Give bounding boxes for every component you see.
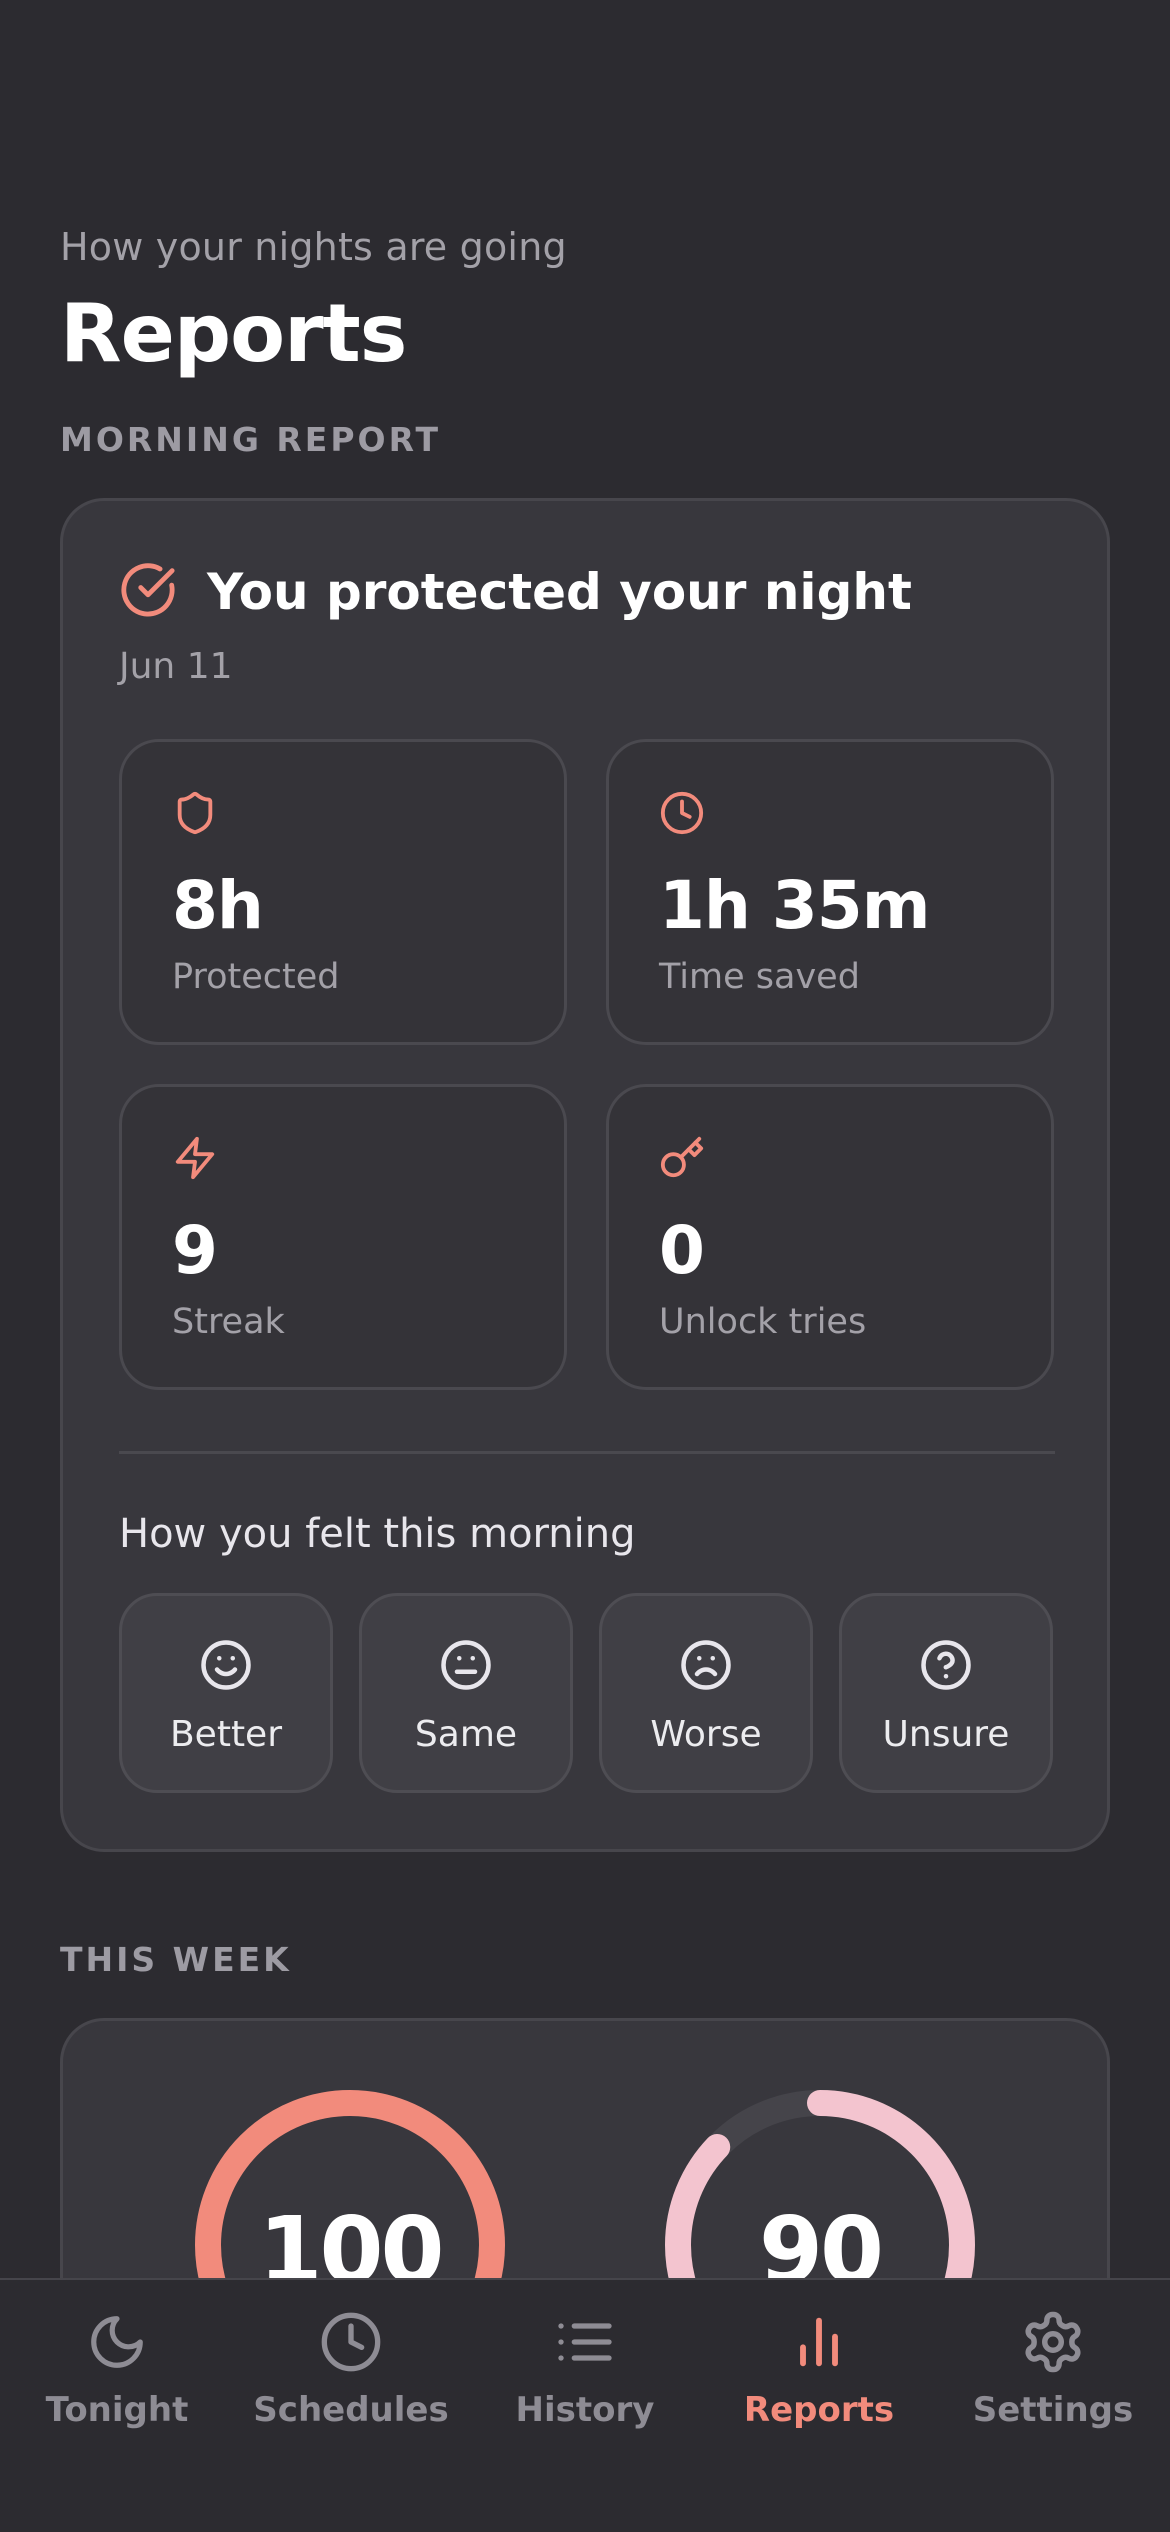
- mood-question: How you felt this morning: [119, 1511, 636, 1557]
- list-icon: [553, 2306, 617, 2378]
- mood-label: Unsure: [882, 1714, 1010, 1755]
- section-label-morning-report: MORNING REPORT: [60, 420, 442, 459]
- bar-chart-icon: [787, 2306, 851, 2378]
- smile-icon: [199, 1638, 253, 1696]
- neutral-face-icon: [439, 1638, 493, 1696]
- frown-icon: [679, 1638, 733, 1696]
- reports-screen: How your nights are going Reports MORNIN…: [0, 0, 1170, 2532]
- question-icon: [919, 1638, 973, 1696]
- stat-card-unlock-tries: 0 Unlock tries: [606, 1084, 1054, 1390]
- gear-icon: [1020, 2306, 1086, 2378]
- stat-value: 9: [172, 1212, 218, 1289]
- check-circle-icon: [119, 561, 177, 623]
- stat-value: 8h: [172, 867, 264, 944]
- stat-label: Protected: [172, 957, 340, 997]
- stat-label: Time saved: [659, 957, 860, 997]
- mood-label: Worse: [650, 1714, 762, 1755]
- tab-settings[interactable]: Settings: [936, 2306, 1170, 2430]
- tab-reports[interactable]: Reports: [702, 2306, 936, 2430]
- tab-label: Settings: [972, 2390, 1134, 2430]
- shield-icon: [172, 790, 218, 840]
- clock-icon: [319, 2306, 383, 2378]
- divider: [119, 1451, 1055, 1454]
- mood-button-better[interactable]: Better: [119, 1593, 333, 1793]
- report-title: You protected your night: [207, 563, 912, 621]
- mood-label: Same: [414, 1714, 518, 1755]
- mood-button-same[interactable]: Same: [359, 1593, 573, 1793]
- report-date: Jun 11: [119, 646, 233, 687]
- stat-value: 0: [659, 1212, 705, 1289]
- stat-label: Streak: [172, 1302, 285, 1342]
- tab-label: History: [515, 2390, 655, 2430]
- tab-schedules[interactable]: Schedules: [234, 2306, 468, 2430]
- moon-icon: [86, 2306, 148, 2378]
- stat-value: 1h 35m: [659, 867, 931, 944]
- stat-card-protected: 8h Protected: [119, 739, 567, 1045]
- bottom-tab-bar: Tonight Schedules History Reports Settin…: [0, 2278, 1170, 2532]
- mood-label: Better: [169, 1714, 283, 1755]
- key-icon: [659, 1135, 705, 1185]
- page-title: Reports: [60, 287, 407, 380]
- section-label-this-week: THIS WEEK: [60, 1940, 292, 1979]
- mood-button-unsure[interactable]: Unsure: [839, 1593, 1053, 1793]
- page-subtitle: How your nights are going: [60, 225, 567, 269]
- page-header: How your nights are going Reports: [60, 225, 567, 380]
- mood-button-worse[interactable]: Worse: [599, 1593, 813, 1793]
- lightning-icon: [172, 1135, 218, 1185]
- report-header: You protected your night: [119, 561, 912, 623]
- tab-label: Reports: [743, 2390, 895, 2430]
- morning-report-card: You protected your night Jun 11 8h Prote…: [60, 498, 1110, 1852]
- stat-card-streak: 9 Streak: [119, 1084, 567, 1390]
- stat-label: Unlock tries: [659, 1302, 867, 1342]
- tab-label: Schedules: [253, 2390, 449, 2430]
- tab-label: Tonight: [45, 2390, 189, 2430]
- clock-icon: [659, 790, 705, 840]
- stat-card-time-saved: 1h 35m Time saved: [606, 739, 1054, 1045]
- tab-history[interactable]: History: [468, 2306, 702, 2430]
- tab-tonight[interactable]: Tonight: [0, 2306, 234, 2430]
